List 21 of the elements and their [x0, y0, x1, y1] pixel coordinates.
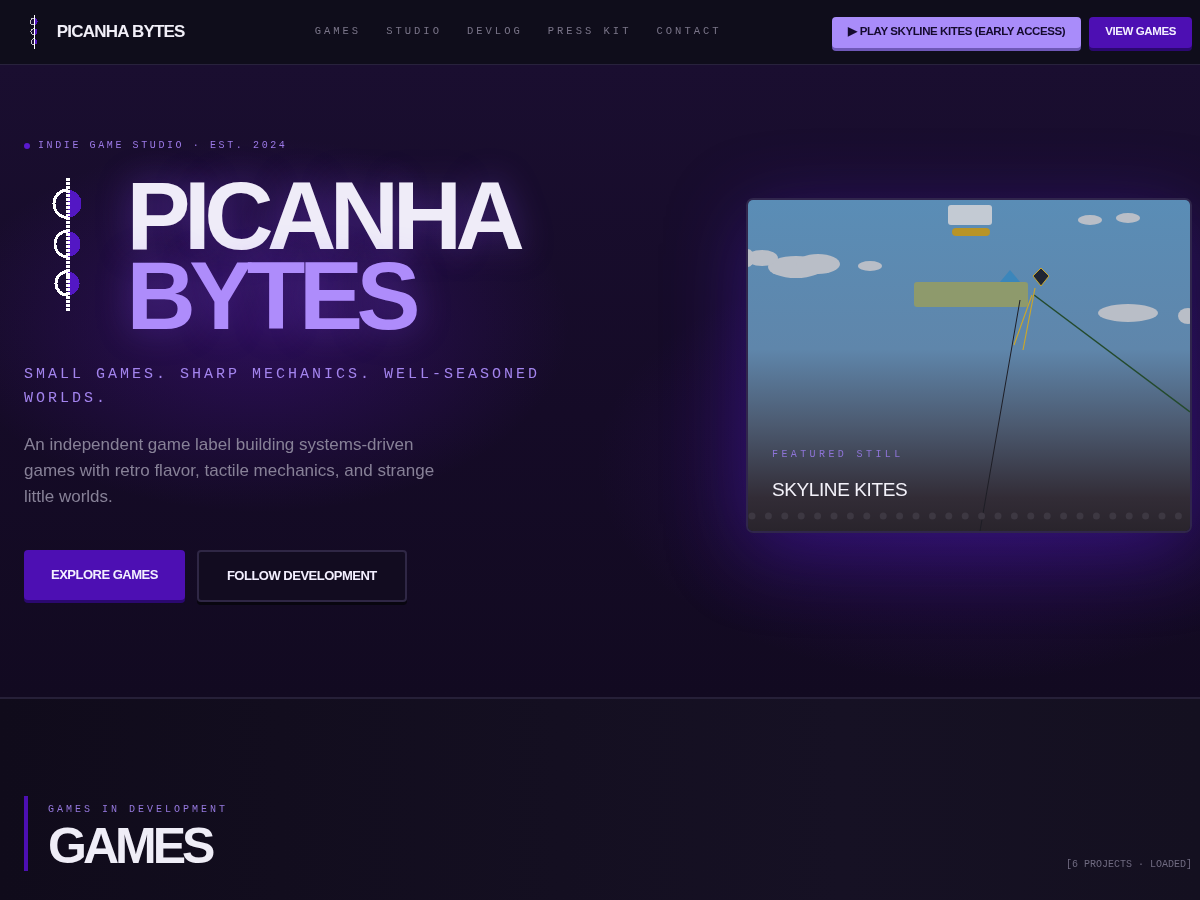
action-button[interactable]: VIEW GAMES: [1089, 16, 1192, 48]
still-title: SKYLINE KITES: [772, 477, 908, 502]
brand-link[interactable]: PICANHA BYTES: [24, 15, 185, 49]
nav-link[interactable]: GAMES: [314, 24, 362, 40]
nav-link[interactable]: CONTACT: [656, 24, 722, 40]
section-eyebrow: GAMES IN DEVELOPMENT: [48, 803, 229, 817]
hero-title: PICANHA BYTES: [126, 175, 519, 336]
eyebrow-text: INDIE GAME STUDIO · EST. 2024: [38, 139, 288, 152]
nav-link[interactable]: STUDIO: [386, 24, 442, 40]
dot-icon: [24, 142, 30, 149]
follow-button[interactable]: FOLLOW DEVELOPMENT: [196, 549, 407, 602]
action-button[interactable]: EXPLORE GAMES: [24, 549, 185, 600]
still-caption: FEATURED STILL: [772, 447, 905, 462]
section-title: GAMES: [48, 821, 213, 871]
tagline-text: SMALL GAMES. SHARP MECHANICS. WELL-SEASONED WORLDS.: [24, 364, 542, 409]
project-count-text: [6 PROJECTS · LOADED]: [1065, 858, 1192, 872]
description-text: An independent game label building systems-driven games with retro flavor, tactile mechanics, and strange little worlds.: [24, 433, 436, 508]
nav-link[interactable]: DEVLOG: [466, 24, 523, 40]
nav-link[interactable]: PRESS KIT: [547, 24, 632, 40]
action-button[interactable]: ▶ PLAY SKYLINE KITES (EARLY ACCESS): [832, 16, 1082, 48]
skewer-logo-icon: [52, 177, 83, 312]
